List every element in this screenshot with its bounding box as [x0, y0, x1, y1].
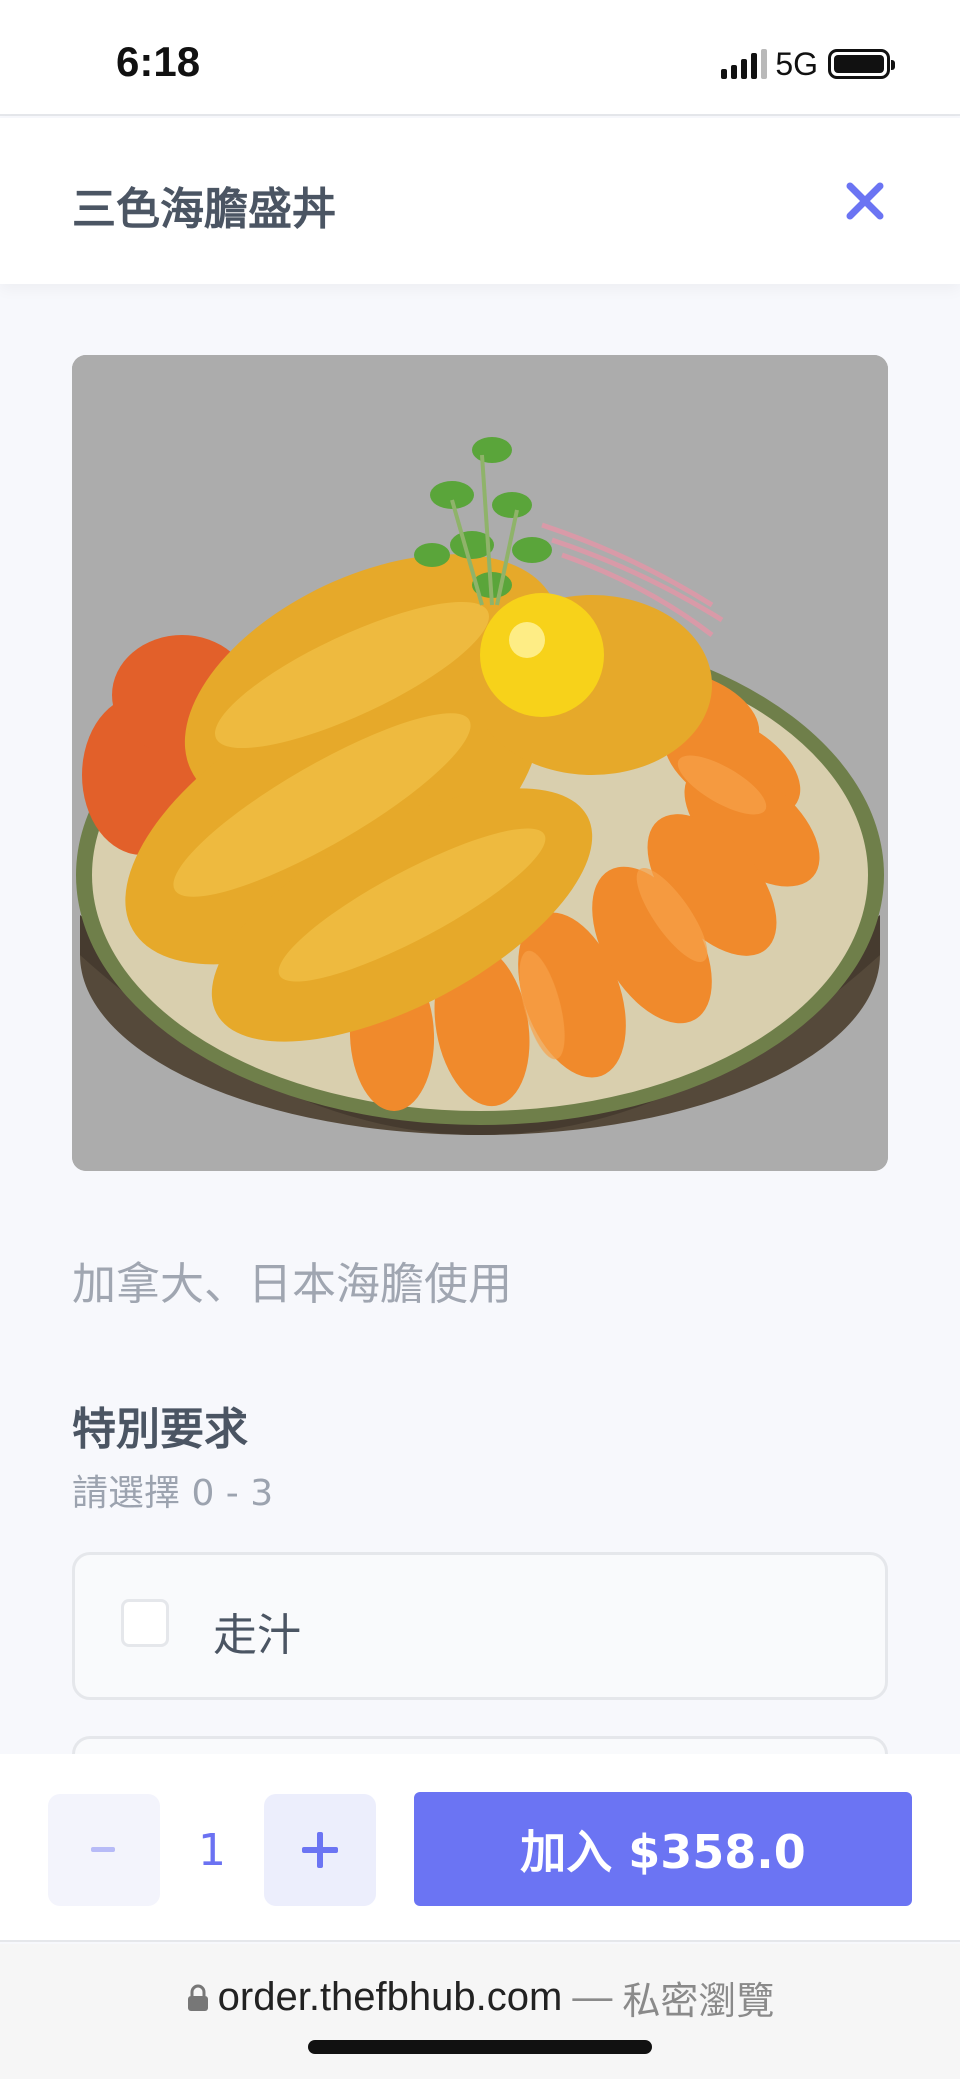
uni-donburi-illustration	[72, 355, 888, 1171]
status-bar: 6:18 5G	[0, 0, 960, 116]
option-checkbox[interactable]	[121, 1599, 169, 1647]
special-requests-title: 特別要求	[72, 1404, 248, 1455]
url-row[interactable]: order.thefbhub.com — 私密瀏覽	[0, 1970, 960, 2025]
url-host: order.thefbhub.com	[217, 1975, 563, 2019]
close-button[interactable]	[840, 176, 890, 226]
add-to-cart-button[interactable]: 加入 $358.0	[414, 1792, 912, 1906]
product-image	[72, 355, 888, 1171]
minus-icon	[91, 1847, 115, 1852]
option-label: 走汁	[213, 1610, 301, 1661]
page-title: 三色海膽盛丼	[72, 184, 336, 235]
home-indicator	[308, 2040, 652, 2054]
option-card-zou-zhi[interactable]: 走汁	[72, 1552, 888, 1700]
lock-icon	[187, 1984, 208, 2011]
special-requests-subtitle: 請選擇 0 - 3	[72, 1473, 274, 1514]
item-description: 加拿大、日本海膽使用	[72, 1259, 512, 1310]
network-label: 5G	[775, 45, 818, 82]
status-time: 6:18	[116, 38, 201, 85]
battery-icon	[828, 49, 895, 79]
quantity-value: 1	[198, 1824, 226, 1876]
decrease-quantity-button[interactable]	[48, 1794, 160, 1906]
close-icon	[846, 182, 884, 220]
status-icons: 5G	[721, 44, 895, 84]
private-browsing-label: 私密瀏覽	[622, 1979, 775, 2023]
signal-icon	[721, 49, 768, 79]
action-bar: 1 加入 $358.0	[0, 1754, 960, 1942]
url-separator: —	[572, 1975, 613, 2019]
plus-icon	[302, 1832, 338, 1868]
increase-quantity-button[interactable]	[264, 1794, 376, 1906]
browser-url-bar[interactable]: order.thefbhub.com — 私密瀏覽	[0, 1944, 960, 2079]
modal-header: 三色海膽盛丼	[0, 118, 960, 284]
